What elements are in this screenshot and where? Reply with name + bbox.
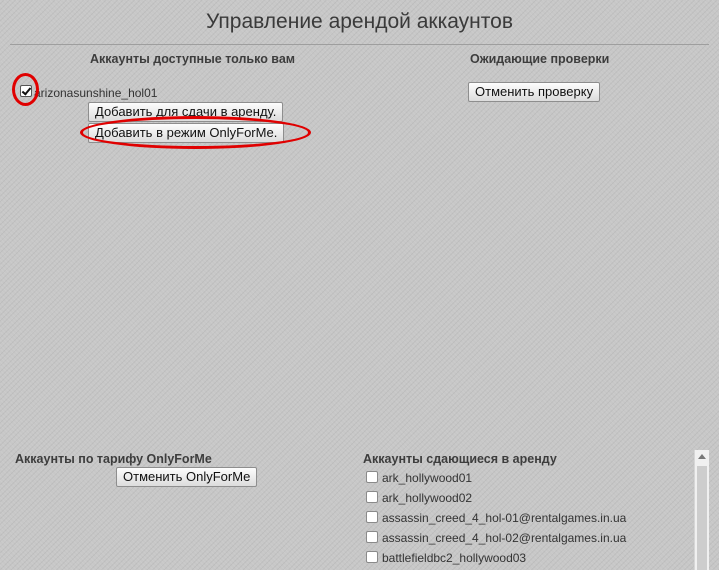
cancel-check-button[interactable]: Отменить проверку <box>468 82 601 102</box>
account-checkbox[interactable] <box>366 511 378 523</box>
list-item[interactable]: battlefieldbc2_hollywood03 <box>366 548 686 568</box>
cancel-onlyforme-button[interactable]: Отменить OnlyForMe <box>116 467 258 487</box>
account-checkbox[interactable] <box>366 531 378 543</box>
page-title: Управление арендой аккаунтов <box>206 10 513 33</box>
rented-accounts-heading: Аккаунты сдающиеся в аренду <box>363 452 557 466</box>
account-label: ark_hollywood01 <box>382 471 473 485</box>
account-checkbox[interactable] <box>366 551 378 563</box>
checkbox-highlight-ellipse <box>12 73 39 106</box>
account-label: ark_hollywood02 <box>382 491 473 505</box>
account-label: assassin_creed_4_hol-01@rentalgames.in.u… <box>382 511 627 525</box>
scrollbar-thumb[interactable] <box>697 466 707 570</box>
list-item[interactable]: assassin_creed_4_hol-02@rentalgames.in.u… <box>366 528 686 548</box>
list-item[interactable]: ark_hollywood02 <box>366 488 686 508</box>
list-item[interactable]: ark_hollywood01 <box>366 468 686 488</box>
account-checkbox[interactable] <box>366 471 378 483</box>
list-item[interactable]: assassin_creed_4_hol-01@rentalgames.in.u… <box>366 508 686 528</box>
pending-checks-heading: Ожидающие проверки <box>470 52 610 66</box>
rented-list-scrollbar[interactable] <box>694 450 709 570</box>
account-label: battlefieldbc2_hollywood03 <box>382 551 527 565</box>
account-label: assassin_creed_4_hol-02@rentalgames.in.u… <box>382 531 627 545</box>
exclusive-accounts-heading: Аккаунты доступные только вам <box>90 52 296 66</box>
onlyforme-button-highlight-ellipse <box>80 116 311 149</box>
account-checkbox[interactable] <box>366 491 378 503</box>
account-label-arizonasunshine: arizonasunshine_hol01 <box>34 86 158 100</box>
onlyforme-accounts-heading: Аккаунты по тарифу OnlyForMe <box>15 452 212 466</box>
title-divider <box>10 44 709 45</box>
scroll-up-arrow-icon[interactable] <box>698 454 706 459</box>
